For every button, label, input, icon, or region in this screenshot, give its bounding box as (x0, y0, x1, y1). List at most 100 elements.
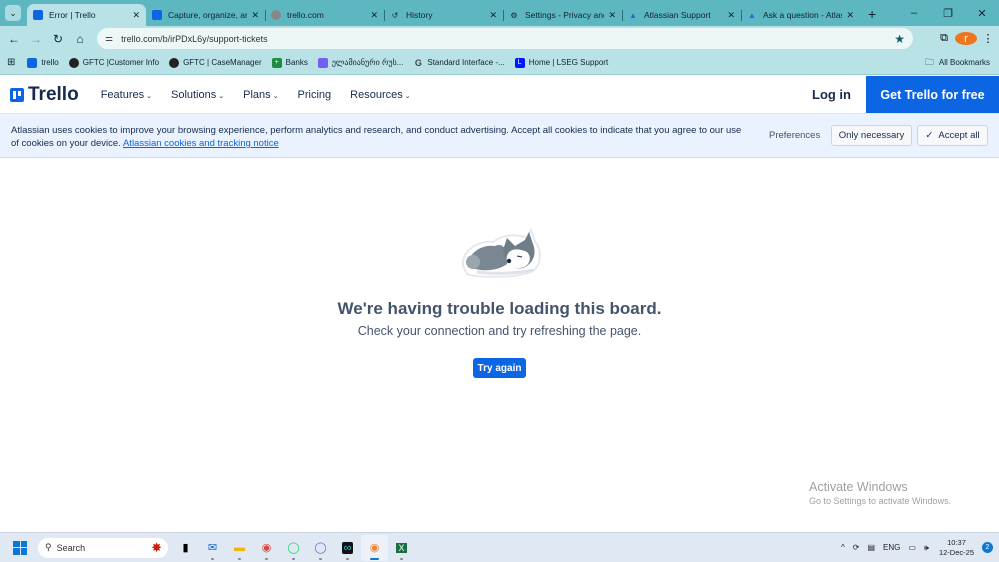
file-explorer-icon[interactable]: ▬ (226, 535, 253, 561)
task-view-icon[interactable]: ▮ (172, 535, 199, 561)
atlassian-icon: ▲ (748, 10, 756, 20)
sync-icon[interactable]: ⟳ (853, 543, 860, 552)
bookmark-trello[interactable]: trello (27, 57, 59, 68)
back-button[interactable]: ← (3, 32, 25, 46)
nav-resources[interactable]: Resources ⌄ (350, 89, 410, 101)
bookmark-banks[interactable]: + Banks (271, 57, 308, 68)
preferences-button[interactable]: Preferences (769, 130, 820, 141)
profile-button[interactable]: r (955, 32, 977, 45)
nav-plans[interactable]: Plans ⌄ (243, 89, 278, 101)
bookmark-label: ელამიანური რუს... (331, 58, 404, 67)
cookie-banner: Atlassian uses cookies to improve your b… (0, 114, 999, 158)
taskbar-search[interactable]: ⚲ Search ✸ (38, 537, 168, 558)
network-icon[interactable]: ▭ (908, 543, 916, 552)
webex-icon[interactable]: ∞ (334, 535, 361, 561)
browser-tab-strip: ⌄ Error | Trello ✕ Capture, organize, and… (0, 0, 999, 26)
tab-trello-com[interactable]: trello.com ✕ (265, 4, 384, 26)
tab-search-button[interactable]: ⌄ (5, 5, 21, 21)
new-tab-button[interactable]: + (868, 6, 876, 22)
close-icon[interactable]: ✕ (727, 10, 735, 21)
bookmark-label: GFTC |Customer Info (82, 58, 160, 67)
trello-logo[interactable]: Trello (10, 84, 79, 106)
globe-icon (169, 57, 180, 68)
extensions-icon[interactable]: ⧉ (933, 32, 955, 45)
nav-label: Plans (243, 88, 271, 101)
nav-solutions[interactable]: Solutions ⌄ (171, 89, 224, 101)
watermark-subtitle: Go to Settings to activate Windows. (809, 496, 952, 506)
error-subtitle: Check your connection and try refreshing… (357, 324, 642, 338)
apps-grid-icon[interactable]: ⊞ (7, 57, 15, 68)
try-again-button[interactable]: Try again (473, 358, 526, 378)
accept-all-button[interactable]: ✓ Accept all (917, 125, 988, 146)
tab-capture[interactable]: Capture, organize, and ✕ (146, 4, 265, 26)
g-icon: G (414, 57, 422, 68)
nav-label: Features (100, 88, 145, 101)
tab-title: Ask a question - Atlass (763, 10, 843, 20)
bookmark-viber[interactable]: ელამიანური რუს... (317, 57, 404, 68)
tab-ask-question[interactable]: ▲ Ask a question - Atlass ✕ (741, 4, 860, 26)
error-title: We're having trouble loading this board. (337, 299, 662, 318)
close-icon[interactable]: ✕ (489, 10, 497, 21)
tab-history[interactable]: ↺ History ✕ (384, 4, 503, 26)
language-indicator[interactable]: ENG (883, 543, 900, 552)
reload-button[interactable]: ↻ (47, 32, 69, 46)
login-link[interactable]: Log in (812, 87, 851, 102)
close-icon[interactable]: ✕ (608, 10, 616, 21)
keyboard-icon[interactable]: ▤ (867, 543, 875, 552)
close-icon[interactable]: ✕ (846, 10, 854, 21)
close-icon[interactable]: ✕ (251, 10, 259, 21)
sleeping-husky-illustration (461, 228, 541, 278)
tab-title: trello.com (287, 10, 324, 20)
search-label: Search (56, 542, 86, 553)
chrome-active-icon[interactable]: ◉ (361, 534, 388, 561)
bookmark-gftc-customer[interactable]: GFTC |Customer Info (68, 57, 160, 68)
bookmark-star-icon[interactable]: ★ (894, 32, 905, 46)
clock[interactable]: 10:37 12-Dec-25 (939, 538, 974, 558)
bookmark-standard-interface[interactable]: G Standard Interface -... (413, 57, 505, 68)
viber-icon (317, 57, 328, 68)
bookmark-gftc-case[interactable]: GFTC | CaseManager (169, 57, 262, 68)
only-necessary-button[interactable]: Only necessary (831, 125, 912, 146)
forward-button[interactable]: → (25, 32, 47, 46)
chevron-down-icon: ⌄ (404, 92, 411, 100)
tab-title: Atlassian Support (644, 10, 711, 20)
trello-header: Trello Features ⌄ Solutions ⌄ Plans ⌄ Prici… (0, 76, 999, 113)
restore-button[interactable]: ❐ (931, 7, 965, 20)
excel-icon[interactable]: X (388, 535, 415, 561)
minimize-button[interactable]: – (897, 7, 931, 19)
outlook-icon[interactable]: ✉ (199, 535, 226, 561)
bookmark-label: Banks (285, 58, 308, 67)
chrome-icon[interactable]: ◉ (253, 535, 280, 561)
gear-icon: ⚙ (510, 10, 518, 20)
trello-icon (10, 87, 24, 102)
tab-error-trello[interactable]: Error | Trello ✕ (27, 4, 146, 26)
tab-atlassian-support[interactable]: ▲ Atlassian Support ✕ (622, 4, 741, 26)
accept-all-label: Accept all (938, 130, 980, 141)
notification-badge[interactable]: 2 (982, 542, 993, 553)
nav-pricing[interactable]: Pricing (298, 89, 332, 101)
globe-icon (68, 57, 79, 68)
home-button[interactable]: ⌂ (69, 32, 91, 46)
url-input[interactable]: ⚌ trello.com/b/irPDxL6y/support-tickets … (97, 28, 913, 49)
volume-icon[interactable]: 🕪 (924, 543, 929, 553)
sheets-icon: + (271, 57, 282, 68)
tab-settings[interactable]: ⚙ Settings - Privacy and s ✕ (503, 4, 622, 26)
windows-start-icon[interactable] (13, 540, 27, 555)
nav-features[interactable]: Features ⌄ (101, 89, 152, 101)
whatsapp-icon[interactable]: ◯ (280, 535, 307, 561)
viber-icon[interactable]: ◯ (307, 535, 334, 561)
close-icon[interactable]: ✕ (370, 10, 378, 21)
all-bookmarks-button[interactable]: 🗀 All Bookmarks (925, 55, 990, 71)
lseg-icon: L (514, 57, 525, 68)
more-menu-icon[interactable]: ⋮ (977, 32, 999, 45)
window-close-button[interactable]: ✕ (965, 7, 999, 20)
watermark-title: Activate Windows (809, 480, 908, 494)
bookmark-lseg[interactable]: L Home | LSEG Support (514, 57, 608, 68)
close-icon[interactable]: ✕ (132, 10, 140, 21)
site-info-icon[interactable]: ⚌ (105, 33, 113, 44)
cookie-notice-link[interactable]: Atlassian cookies and tracking notice (123, 138, 279, 149)
chevron-up-icon[interactable]: ^ (841, 543, 845, 552)
trello-icon (33, 10, 43, 20)
get-trello-free-button[interactable]: Get Trello for free (866, 76, 999, 113)
poinsettia-icon: ✸ (151, 539, 162, 555)
